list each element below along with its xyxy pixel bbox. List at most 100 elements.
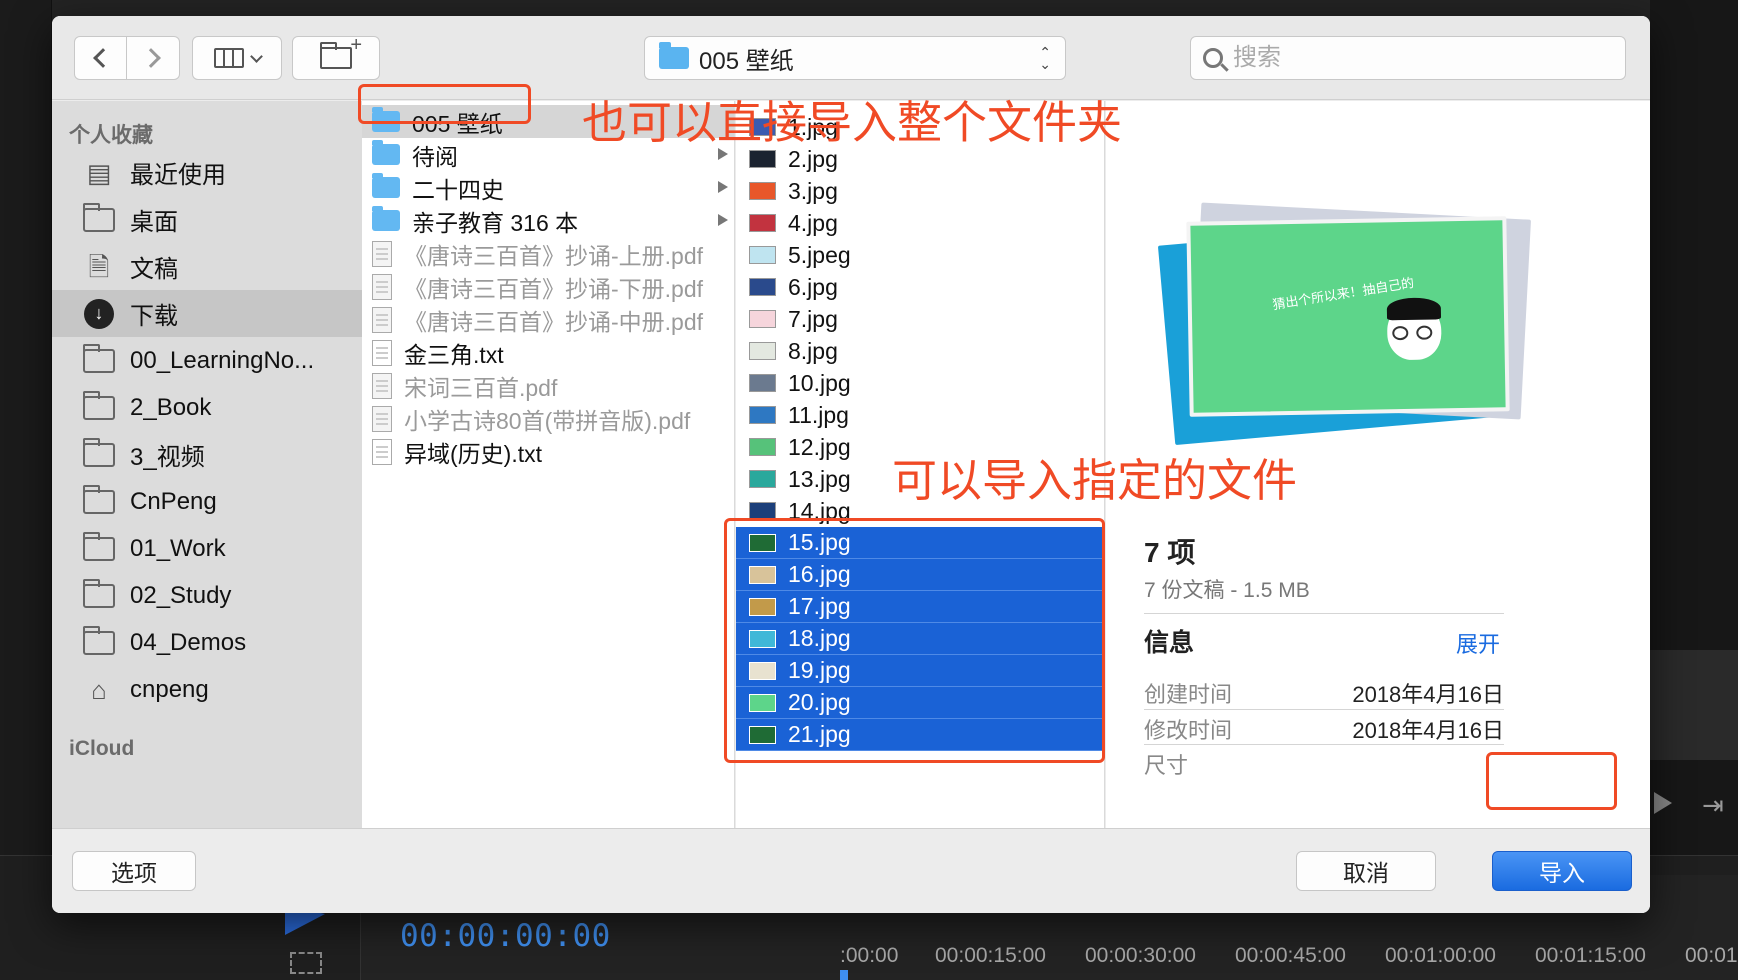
folder-icon bbox=[82, 343, 116, 375]
info-row-size: 尺寸 bbox=[1144, 753, 1189, 778]
sidebar-item-study[interactable]: 02_Study bbox=[52, 572, 362, 619]
ruler-tick: 00:01:00:00 bbox=[1385, 944, 1496, 967]
sidebar-item-label: CnPeng bbox=[130, 487, 217, 515]
chevron-left-icon bbox=[93, 48, 113, 68]
item-label: 《唐诗三百首》抄诵-中册.pdf bbox=[404, 308, 704, 335]
column-item-file[interactable]: 小学古诗80首(带拼音版).pdf bbox=[362, 402, 734, 435]
column-item-file[interactable]: 《唐诗三百首》抄诵-上册.pdf bbox=[362, 237, 734, 270]
annotation-box-folder bbox=[358, 84, 531, 124]
image-thumbnail-icon bbox=[749, 406, 776, 424]
pdf-file-icon bbox=[372, 405, 392, 432]
back-button[interactable] bbox=[74, 36, 127, 80]
ruler-tick: 00:00:30:00 bbox=[1085, 944, 1196, 967]
import-button[interactable]: 导入 bbox=[1492, 851, 1632, 891]
file-name: 7.jpg bbox=[788, 305, 838, 332]
pdf-file-icon bbox=[372, 273, 392, 300]
search-input[interactable] bbox=[1233, 44, 1613, 72]
file-name: 8.jpg bbox=[788, 337, 838, 364]
folder-icon bbox=[82, 437, 116, 469]
pdf-file-icon bbox=[372, 240, 392, 267]
image-thumbnail-icon bbox=[749, 470, 776, 488]
folder-icon bbox=[82, 484, 116, 516]
image-thumbnail-icon bbox=[749, 342, 776, 360]
file-row[interactable]: 3.jpg bbox=[736, 175, 1104, 207]
sidebar-item-demos[interactable]: 04_Demos bbox=[52, 619, 362, 666]
file-name: 11.jpg bbox=[788, 401, 849, 428]
column-item-file[interactable]: 宋词三百首.pdf bbox=[362, 369, 734, 402]
bg-right-strip bbox=[1650, 650, 1738, 760]
image-thumbnail-icon bbox=[749, 214, 776, 232]
search-field[interactable] bbox=[1190, 36, 1626, 80]
location-label: 005 壁纸 bbox=[699, 47, 794, 75]
sidebar-item-downloads[interactable]: ↓ 下载 bbox=[52, 290, 362, 337]
file-name: 4.jpg bbox=[788, 209, 838, 236]
item-label: 待阅 bbox=[412, 143, 458, 170]
sidebar-item-label: 下载 bbox=[130, 303, 178, 330]
timeline-ruler: :00:00 00:00:15:00 00:00:30:00 00:00:45:00 0… bbox=[840, 944, 1738, 968]
desktop-icon bbox=[82, 202, 116, 234]
disclosure-arrow-icon bbox=[718, 181, 728, 193]
item-label: 《唐诗三百首》抄诵-下册.pdf bbox=[404, 275, 704, 302]
cancel-button[interactable]: 取消 bbox=[1296, 851, 1436, 891]
play-icon[interactable] bbox=[1654, 792, 1672, 814]
step-forward-icon[interactable]: ⇥ bbox=[1702, 790, 1724, 821]
expand-link[interactable]: 展开 bbox=[1456, 627, 1500, 659]
track-select-tool-icon[interactable] bbox=[290, 952, 322, 974]
sidebar-item-documents[interactable]: 🗎 文稿 bbox=[52, 243, 362, 290]
file-row[interactable]: 4.jpg bbox=[736, 207, 1104, 239]
view-mode-button[interactable] bbox=[192, 36, 282, 80]
item-label: 《唐诗三百首》抄诵-上册.pdf bbox=[404, 242, 704, 269]
file-row[interactable]: 10.jpg bbox=[736, 367, 1104, 399]
sidebar-item-label: 02_Study bbox=[130, 581, 232, 609]
column-item-file[interactable]: 《唐诗三百首》抄诵-下册.pdf bbox=[362, 270, 734, 303]
sidebar-item-recents[interactable]: ▤ 最近使用 bbox=[52, 149, 362, 196]
sidebar-item-label: cnpeng bbox=[130, 675, 209, 703]
sidebar-item-desktop[interactable]: 桌面 bbox=[52, 196, 362, 243]
new-folder-button[interactable]: + bbox=[292, 35, 380, 80]
folder-icon bbox=[82, 578, 116, 610]
sidebar-item-learningnotes[interactable]: 00_LearningNo... bbox=[52, 337, 362, 384]
folder-icon bbox=[82, 390, 116, 422]
sidebar-section-icloud: iCloud bbox=[69, 737, 135, 760]
ruler-tick: 00:00:45:00 bbox=[1235, 944, 1346, 967]
column-item-file[interactable]: 《唐诗三百首》抄诵-中册.pdf bbox=[362, 303, 734, 336]
column-item-folder[interactable]: 亲子教育 316 本 bbox=[362, 204, 734, 237]
sidebar-item-work[interactable]: 01_Work bbox=[52, 525, 362, 572]
file-row[interactable]: 6.jpg bbox=[736, 271, 1104, 303]
file-row[interactable]: 11.jpg bbox=[736, 399, 1104, 431]
location-popup[interactable]: 005 壁纸 ⌃ ⌄ bbox=[644, 36, 1066, 80]
annotation-text-folder: 也可以直接导入整个文件夹 bbox=[582, 96, 1123, 149]
folder-icon bbox=[82, 625, 116, 657]
sidebar-item-book[interactable]: 2_Book bbox=[52, 384, 362, 431]
forward-button[interactable] bbox=[127, 36, 180, 80]
sidebar-item-label: 文稿 bbox=[130, 256, 178, 283]
folder-icon bbox=[659, 42, 689, 69]
nav-buttons bbox=[74, 36, 184, 80]
sidebar-item-cnpeng-folder[interactable]: CnPeng bbox=[52, 478, 362, 525]
pdf-file-icon bbox=[372, 306, 392, 333]
column-item-file[interactable]: 金三角.txt bbox=[362, 336, 734, 369]
playhead[interactable] bbox=[840, 970, 848, 980]
item-label: 小学古诗80首(带拼音版).pdf bbox=[404, 407, 691, 434]
item-label: 二十四史 bbox=[412, 176, 504, 203]
column-item-file[interactable]: 异域(历史).txt bbox=[362, 435, 734, 468]
options-button[interactable]: 选项 bbox=[72, 851, 196, 891]
file-row[interactable]: 5.jpeg bbox=[736, 239, 1104, 271]
text-file-icon bbox=[372, 438, 392, 465]
sidebar-item-label: 3_视频 bbox=[130, 444, 205, 471]
item-label: 宋词三百首.pdf bbox=[404, 374, 558, 401]
timeline-timecode[interactable]: 00:00:00:00 bbox=[400, 918, 611, 954]
selection-summary: 7 份文稿 - 1.5 MB bbox=[1144, 579, 1310, 602]
image-thumbnail-icon bbox=[749, 438, 776, 456]
new-folder-icon: + bbox=[320, 35, 362, 69]
bg-left-panel bbox=[0, 0, 52, 980]
info-header: 信息 bbox=[1144, 629, 1195, 657]
file-row[interactable]: 7.jpg bbox=[736, 303, 1104, 335]
sidebar-item-home[interactable]: ⌂ cnpeng bbox=[52, 666, 362, 713]
sidebar-item-label: 00_LearningNo... bbox=[130, 346, 315, 374]
file-name: 6.jpg bbox=[788, 273, 838, 300]
file-row[interactable]: 8.jpg bbox=[736, 335, 1104, 367]
image-thumbnail-icon bbox=[749, 246, 776, 264]
sidebar-item-video[interactable]: 3_视频 bbox=[52, 431, 362, 478]
column-item-folder[interactable]: 二十四史 bbox=[362, 171, 734, 204]
